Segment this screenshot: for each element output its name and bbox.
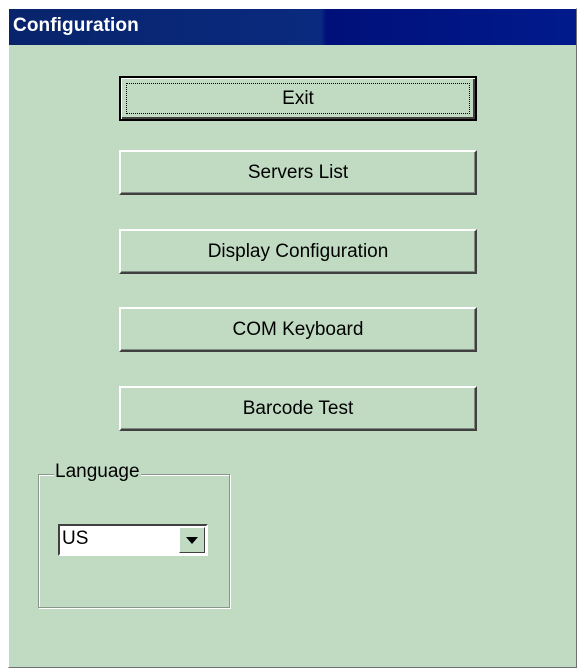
- chevron-down-icon[interactable]: [179, 527, 205, 553]
- language-groupbox: Language US: [38, 461, 230, 608]
- dropdown-triangle: [186, 536, 198, 544]
- language-select[interactable]: US: [58, 524, 208, 556]
- window-title: Configuration: [13, 15, 139, 36]
- language-group-label: Language: [54, 461, 141, 483]
- barcode-test-button-label: Barcode Test: [242, 397, 354, 419]
- language-selected-value: US: [62, 528, 89, 549]
- display-configuration-button[interactable]: Display Configuration: [119, 229, 477, 274]
- exit-button[interactable]: Exit: [119, 76, 477, 121]
- exit-button-label: Exit: [282, 87, 314, 109]
- servers-list-button[interactable]: Servers List: [119, 150, 477, 195]
- servers-list-button-label: Servers List: [247, 161, 349, 183]
- barcode-test-button[interactable]: Barcode Test: [119, 386, 477, 431]
- com-keyboard-button-label: COM Keyboard: [232, 318, 364, 340]
- display-configuration-button-label: Display Configuration: [207, 240, 389, 262]
- configuration-window: Configuration Exit Servers List Display …: [8, 8, 577, 668]
- com-keyboard-button[interactable]: COM Keyboard: [119, 307, 477, 352]
- title-bar[interactable]: Configuration: [9, 9, 576, 45]
